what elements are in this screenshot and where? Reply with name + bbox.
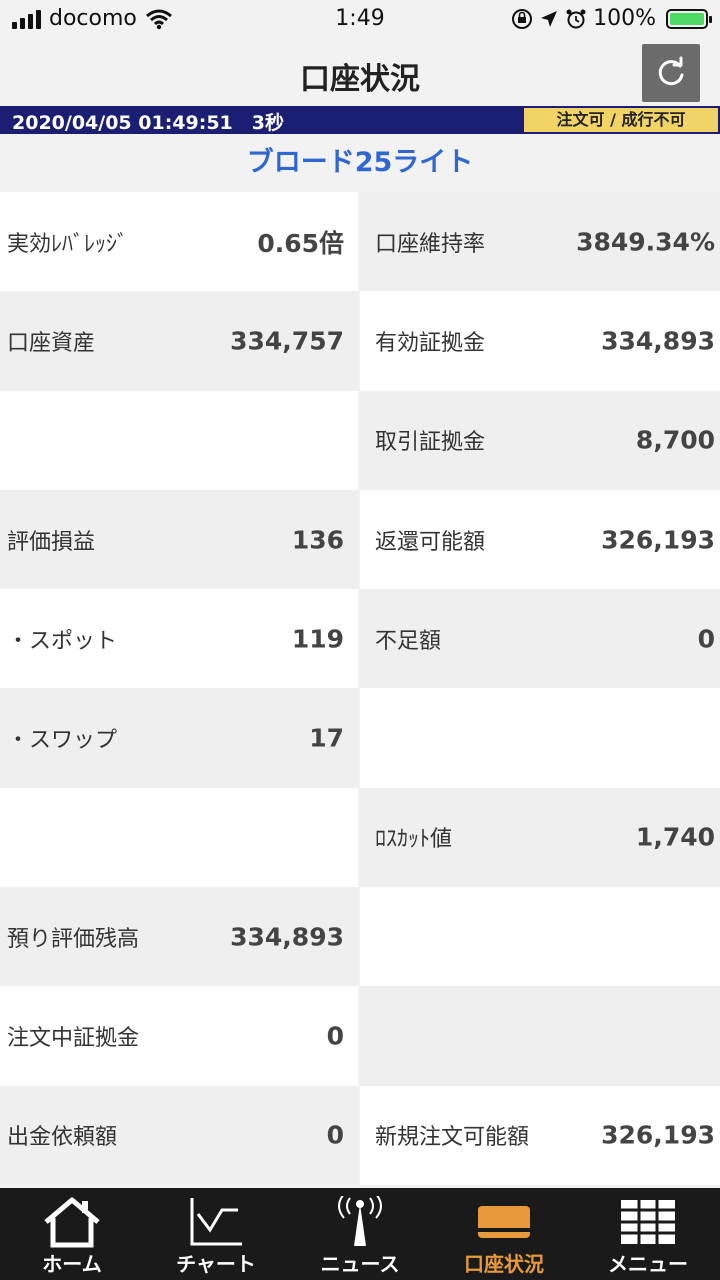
account-row: 取引証拠金 8,700 (0, 390, 720, 490)
account-cell: ・スワップ 17 (0, 688, 360, 788)
account-cell: 預り評価残高 334,893 (0, 887, 360, 987)
tab-news[interactable]: ニュース (288, 1188, 432, 1280)
account-cell: ・スポット 119 (0, 589, 360, 689)
account-cell: 出金依頼額 0 (0, 1085, 360, 1185)
menu-icon (621, 1200, 675, 1244)
account-cell (360, 986, 720, 1086)
cell-value: 8,700 (635, 425, 715, 455)
cell-value: 119 (291, 624, 344, 654)
cell-label: 口座資産 (7, 330, 96, 356)
cell-label: 有効証拠金 (375, 330, 486, 356)
account-cell: ﾛｽｶｯﾄ値 1,740 (360, 787, 720, 888)
cell-label: ・スワップ (7, 728, 118, 754)
cell-value: 0.65倍 (257, 228, 344, 258)
account-cell (0, 787, 360, 888)
cell-label: 不足額 (375, 628, 442, 654)
cell-value: 326,193 (601, 525, 715, 555)
account-row: 実効ﾚﾊﾞﾚｯｼﾞ 0.65倍 口座維持率 3849.34% (0, 192, 720, 292)
cell-label: 預り評価残高 (7, 926, 140, 952)
account-grid: 実効ﾚﾊﾞﾚｯｼﾞ 0.65倍 口座維持率 3849.34% 口座資産 334,… (0, 192, 720, 1185)
account-icon (478, 1206, 530, 1238)
cell-label: 口座維持率 (375, 231, 486, 257)
cell-label: 出金依頼額 (7, 1125, 118, 1151)
home-icon (44, 1197, 100, 1248)
account-cell: 不足額 0 (360, 589, 720, 689)
account-cell: 口座維持率 3849.34% (360, 192, 720, 292)
tab-chart[interactable]: チャート (144, 1188, 288, 1280)
account-cell (360, 887, 720, 987)
account-cell: 新規注文可能額 326,193 (360, 1085, 720, 1185)
page-title: 口座状況 (300, 62, 420, 97)
account-cell: 注文中証拠金 0 (0, 986, 360, 1086)
tab-bar: ホーム チャート ニュース 口座状況 メニュー (0, 1188, 720, 1280)
account-cell: 評価損益 136 (0, 489, 360, 590)
cell-label: 取引証拠金 (375, 430, 486, 456)
order-status-badge: 注文可 / 成行不可 (524, 108, 718, 132)
cell-value: 0 (326, 1021, 344, 1051)
cell-value: 0 (697, 624, 715, 654)
account-row: 出金依頼額 0 新規注文可能額 326,193 (0, 1085, 720, 1185)
account-cell (360, 688, 720, 788)
tab-menu[interactable]: メニュー (576, 1188, 720, 1280)
cell-label: 新規注文可能額 (375, 1125, 530, 1151)
refresh-icon (658, 56, 684, 86)
account-cell: 取引証拠金 8,700 (360, 390, 720, 490)
tab-account[interactable]: 口座状況 (432, 1188, 576, 1280)
chart-icon (190, 1198, 242, 1246)
tab-home[interactable]: ホーム (0, 1188, 144, 1280)
course-name: ブロード25ライト (0, 134, 720, 192)
update-datetime: 2020/04/05 01:49:51 3秒 (12, 112, 284, 134)
cell-value: 3849.34% (576, 227, 715, 257)
orientation-lock-icon (512, 8, 533, 29)
account-cell: 口座資産 334,757 (0, 291, 360, 391)
account-row: 評価損益 136 返還可能額 326,193 (0, 489, 720, 590)
account-cell: 実効ﾚﾊﾞﾚｯｼﾞ 0.65倍 (0, 192, 360, 292)
cell-value: 334,893 (601, 326, 715, 356)
account-row: 注文中証拠金 0 (0, 986, 720, 1086)
account-cell: 返還可能額 326,193 (360, 489, 720, 590)
refresh-button[interactable] (642, 44, 700, 102)
info-bar: 2020/04/05 01:49:51 3秒 注文可 / 成行不可 (0, 106, 720, 134)
cell-value: 17 (309, 723, 344, 753)
cell-value: 136 (291, 525, 344, 555)
cell-label: ﾛｽｶｯﾄ値 (375, 827, 453, 853)
account-row: 口座資産 334,757 有効証拠金 334,893 (0, 291, 720, 391)
tab-label: チャート (176, 1252, 256, 1276)
cell-label: 評価損益 (7, 529, 96, 555)
account-cell (0, 390, 360, 490)
cell-label: 注文中証拠金 (7, 1026, 140, 1052)
account-row: ・スポット 119 不足額 0 (0, 589, 720, 689)
account-row: ﾛｽｶｯﾄ値 1,740 (0, 787, 720, 888)
cell-value: 0 (326, 1120, 344, 1150)
title-bar: 口座状況 (0, 40, 720, 106)
cell-value: 1,740 (635, 822, 715, 852)
cell-label: 返還可能額 (375, 529, 486, 555)
cell-value: 334,757 (230, 326, 344, 356)
tab-label: ホーム (42, 1252, 102, 1276)
cell-value: 334,893 (230, 922, 344, 952)
cell-value: 326,193 (601, 1120, 715, 1150)
location-icon (541, 10, 558, 27)
status-bar: docomo 1:49 100% (0, 0, 720, 40)
tab-label: メニュー (608, 1252, 688, 1276)
tab-label: ニュース (320, 1252, 400, 1276)
alarm-icon (566, 9, 586, 28)
news-icon (338, 1196, 382, 1246)
cell-label: ・スポット (7, 628, 118, 654)
battery-percent: 100% (593, 6, 656, 31)
cell-label: 実効ﾚﾊﾞﾚｯｼﾞ (7, 231, 129, 257)
account-cell: 有効証拠金 334,893 (360, 291, 720, 391)
battery-icon (666, 8, 712, 29)
status-right: 100% (511, 6, 712, 31)
account-row: ・スワップ 17 (0, 688, 720, 788)
account-row: 預り評価残高 334,893 (0, 887, 720, 987)
tab-label: 口座状況 (464, 1252, 544, 1276)
